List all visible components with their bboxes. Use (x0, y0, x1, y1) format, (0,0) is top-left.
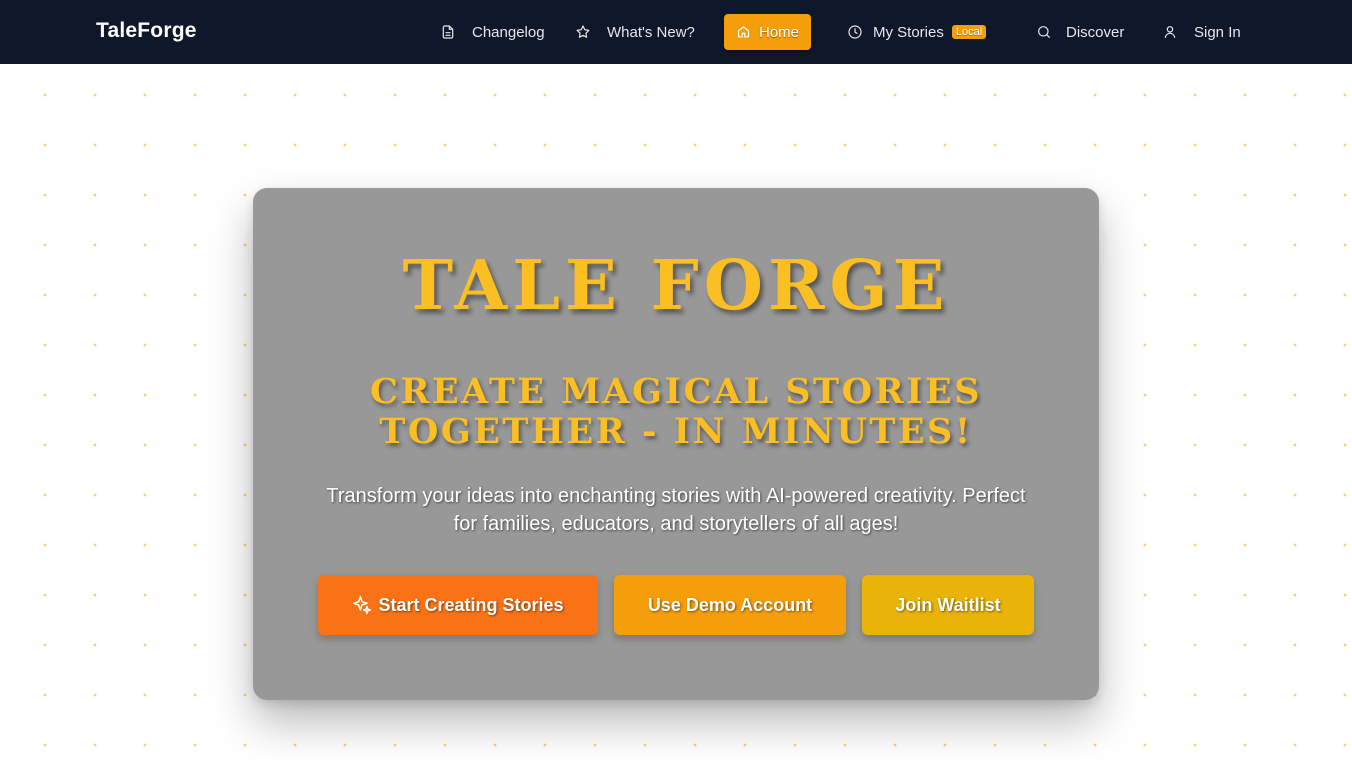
hero-subtitle: CREATE MAGICAL STORIES TOGETHER - IN MIN… (370, 371, 982, 452)
nav-my-stories[interactable]: My Stories Local (835, 14, 998, 50)
hero-description: Transform your ideas into enchanting sto… (326, 485, 1026, 535)
clock-icon (848, 25, 862, 39)
demo-account-label: Use Demo Account (647, 594, 813, 615)
nav-whats-new-label: What's New? (607, 23, 695, 41)
nav-my-stories-label: My Stories (873, 23, 944, 41)
join-waitlist-label: Join Waitlist (895, 594, 1001, 615)
search-icon (1038, 26, 1050, 38)
nav-changelog[interactable]: Changelog (428, 14, 557, 50)
start-creating-button[interactable]: Start Creating Stories (318, 575, 598, 635)
document-icon (442, 25, 454, 39)
join-waitlist-button[interactable]: Join Waitlist (862, 575, 1034, 635)
nav-whats-new[interactable]: What's New? (563, 14, 707, 50)
nav-home-label: Home (758, 23, 799, 41)
nav-discover-label: Discover (1066, 23, 1125, 41)
top-navbar: TaleForge Changelog What's New? Home My … (0, 0, 1352, 64)
local-badge: Local (951, 25, 987, 39)
home-icon (737, 26, 750, 38)
sparkles-icon (353, 595, 372, 615)
nav-discover[interactable]: Discover (1024, 14, 1136, 50)
hero-card: TALE FORGE CREATE MAGICAL STORIES TOGETH… (253, 188, 1099, 700)
nav-sign-in-label: Sign In (1194, 23, 1241, 41)
user-icon (1164, 26, 1176, 38)
nav-sign-in[interactable]: Sign In (1150, 14, 1253, 50)
brand-logo[interactable]: TaleForge (96, 19, 197, 43)
star-icon (576, 25, 590, 38)
demo-account-button[interactable]: Use Demo Account (614, 575, 846, 635)
nav-home[interactable]: Home (724, 14, 811, 50)
nav-changelog-label: Changelog (472, 23, 545, 41)
start-creating-label: Start Creating Stories (378, 594, 564, 615)
hero-title: TALE FORGE (402, 246, 950, 326)
